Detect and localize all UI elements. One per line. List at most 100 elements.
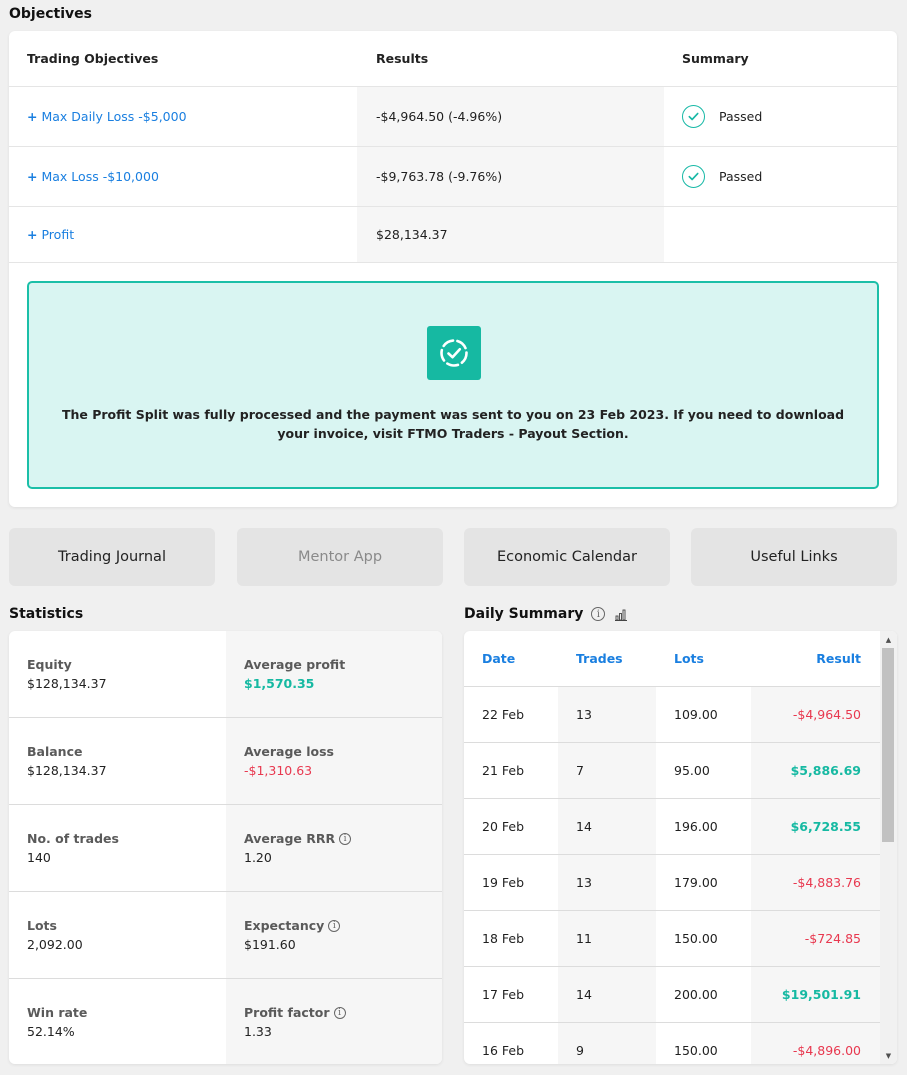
stat-value: $1,570.35 — [244, 676, 315, 691]
header-date[interactable]: Date — [464, 631, 558, 686]
objective-summary — [664, 207, 897, 262]
cell-date: 22 Feb — [482, 707, 525, 722]
cell-trades: 9 — [558, 1023, 656, 1064]
statistics-card: Equity $128,134.37 Average profit $1,570… — [9, 631, 442, 1064]
stats-row: Win rate 52.14% Profit factor i 1.33 — [9, 979, 442, 1064]
scroll-down-arrow-icon[interactable]: ▼ — [880, 1047, 897, 1064]
stat-value: $128,134.37 — [27, 763, 107, 778]
cell-trades: 14 — [558, 799, 656, 854]
header-trading-objectives: Trading Objectives — [27, 51, 159, 66]
cell-result: $6,728.55 — [751, 799, 880, 854]
objective-max-loss-link[interactable]: + Max Loss -$10,000 — [9, 147, 357, 206]
stat-expectancy: Expectancy i $191.60 — [226, 892, 442, 978]
stat-label: Lots — [27, 918, 57, 933]
plus-icon: + — [27, 169, 38, 184]
objective-result: $28,134.37 — [357, 207, 664, 262]
cell-date: 19 Feb — [482, 875, 525, 890]
bar-chart-icon[interactable] — [614, 608, 628, 621]
objective-result: -$4,964.50 (-4.96%) — [357, 87, 664, 146]
table-row: 16 Feb 9 150.00 -$4,896.00 — [464, 1023, 880, 1064]
objective-result: -$9,763.78 (-9.76%) — [357, 147, 664, 206]
stat-label: Average profit — [244, 657, 346, 672]
stat-average-profit: Average profit $1,570.35 — [226, 631, 442, 717]
header-result[interactable]: Result — [751, 631, 880, 686]
stats-row: No. of trades 140 Average RRR i 1.20 — [9, 805, 442, 892]
header-lots[interactable]: Lots — [656, 631, 751, 686]
stat-label: Balance — [27, 744, 83, 759]
summary-status: Passed — [719, 169, 763, 184]
header-trades[interactable]: Trades — [558, 631, 656, 686]
cell-trades: 13 — [558, 855, 656, 910]
table-row: 21 Feb 7 95.00 $5,886.69 — [464, 743, 880, 799]
objective-summary: Passed — [664, 87, 897, 146]
stats-row: Equity $128,134.37 Average profit $1,570… — [9, 631, 442, 718]
cell-result: $19,501.91 — [751, 967, 880, 1022]
stat-label: Average RRR — [244, 831, 336, 846]
stat-value: 2,092.00 — [27, 937, 83, 952]
table-row: 19 Feb 13 179.00 -$4,883.76 — [464, 855, 880, 911]
objective-label: Max Daily Loss -$5,000 — [41, 109, 187, 124]
daily-summary-card: Date Trades Lots Result 22 Feb 13 109.00… — [464, 631, 897, 1064]
cell-trades: 14 — [558, 967, 656, 1022]
stat-average-rrr: Average RRR i 1.20 — [226, 805, 442, 891]
payout-notice: The Profit Split was fully processed and… — [27, 281, 879, 489]
info-icon[interactable]: i — [591, 607, 606, 621]
stat-label: Win rate — [27, 1005, 88, 1020]
stat-lots: Lots 2,092.00 — [9, 892, 226, 978]
stat-value: 1.20 — [244, 850, 272, 865]
summary-status: Passed — [719, 109, 763, 124]
info-icon[interactable]: i — [339, 832, 352, 845]
cell-date: 21 Feb — [482, 763, 525, 778]
plus-icon: + — [27, 109, 38, 124]
stat-balance: Balance $128,134.37 — [9, 718, 226, 804]
stat-average-loss: Average loss -$1,310.63 — [226, 718, 442, 804]
info-icon[interactable]: i — [328, 919, 341, 932]
plus-icon: + — [27, 227, 38, 242]
objective-row: + Max Daily Loss -$5,000 -$4,964.50 (-4.… — [9, 87, 897, 147]
objective-max-daily-loss-link[interactable]: + Max Daily Loss -$5,000 — [9, 87, 357, 146]
stat-no-of-trades: No. of trades 140 — [9, 805, 226, 891]
stat-equity: Equity $128,134.37 — [9, 631, 226, 717]
daily-header-row: Date Trades Lots Result — [464, 631, 880, 687]
mentor-app-button[interactable]: Mentor App — [237, 528, 443, 586]
stat-value: 1.33 — [244, 1024, 272, 1039]
objective-profit-link[interactable]: + Profit — [9, 207, 357, 262]
header-results: Results — [357, 31, 664, 86]
cell-trades: 7 — [558, 743, 656, 798]
daily-scrollbar[interactable]: ▲ ▼ — [880, 631, 897, 1064]
cell-date: 20 Feb — [482, 819, 525, 834]
cell-result: $5,886.69 — [751, 743, 880, 798]
cell-result: -$4,964.50 — [751, 687, 880, 742]
trading-journal-button[interactable]: Trading Journal — [9, 528, 215, 586]
cell-trades: 11 — [558, 911, 656, 966]
header-summary: Summary — [682, 51, 749, 66]
dashed-check-icon — [427, 326, 481, 380]
cell-date: 18 Feb — [482, 931, 525, 946]
scroll-thumb[interactable] — [882, 648, 894, 842]
economic-calendar-button[interactable]: Economic Calendar — [464, 528, 670, 586]
objective-summary: Passed — [664, 147, 897, 206]
daily-summary-header: Daily Summary i — [464, 606, 628, 622]
table-row: 20 Feb 14 196.00 $6,728.55 — [464, 799, 880, 855]
useful-links-button[interactable]: Useful Links — [691, 528, 897, 586]
check-circle-icon — [682, 105, 705, 128]
scroll-up-arrow-icon[interactable]: ▲ — [880, 631, 897, 648]
cell-trades: 13 — [558, 687, 656, 742]
stat-value: 140 — [27, 850, 51, 865]
stats-row: Lots 2,092.00 Expectancy i $191.60 — [9, 892, 442, 979]
info-icon[interactable]: i — [333, 1006, 346, 1019]
stat-label: Equity — [27, 657, 72, 672]
cell-lots: 200.00 — [674, 987, 718, 1002]
cell-lots: 196.00 — [674, 819, 718, 834]
stat-label: Expectancy — [244, 918, 325, 933]
statistics-title: Statistics — [9, 606, 84, 622]
stat-label: Profit factor — [244, 1005, 330, 1020]
objectives-header-row: Trading Objectives Results Summary — [9, 31, 897, 87]
cell-result: -$4,883.76 — [751, 855, 880, 910]
cell-lots: 150.00 — [674, 931, 718, 946]
cell-result: -$4,896.00 — [751, 1023, 880, 1064]
cell-date: 16 Feb — [482, 1043, 525, 1058]
stat-value: -$1,310.63 — [244, 763, 313, 778]
objective-row: + Max Loss -$10,000 -$9,763.78 (-9.76%) … — [9, 147, 897, 207]
objective-label: Profit — [41, 227, 75, 242]
